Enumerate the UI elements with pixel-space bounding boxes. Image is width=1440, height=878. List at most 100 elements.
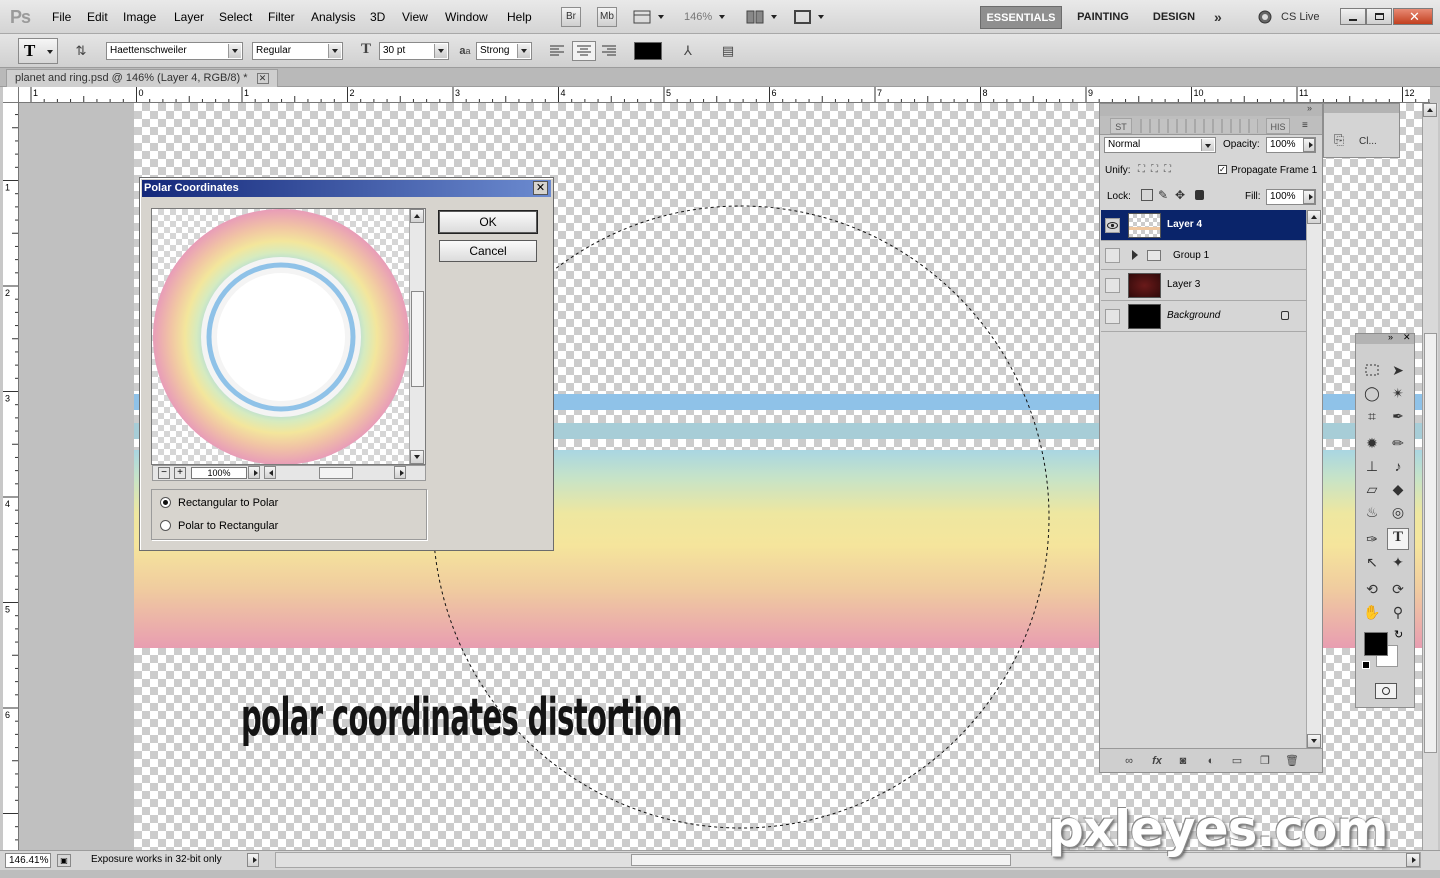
fill-field[interactable]: 100% xyxy=(1266,189,1316,205)
workspace-essentials[interactable]: ESSENTIALS xyxy=(980,6,1062,29)
menu-edit[interactable]: Edit xyxy=(87,10,108,24)
text-color-swatch[interactable] xyxy=(634,42,662,60)
brush-tool-icon[interactable]: ✏ xyxy=(1387,432,1409,454)
horizontal-scroll-thumb[interactable] xyxy=(631,854,1011,866)
3d-orbit-tool-icon[interactable]: ⟳ xyxy=(1387,578,1409,600)
align-right-icon[interactable] xyxy=(600,43,618,59)
zoom-tool-icon[interactable]: ⚲ xyxy=(1387,601,1409,623)
opacity-field[interactable]: 100% xyxy=(1266,137,1316,153)
quick-mask-icon[interactable] xyxy=(1375,683,1397,699)
workspace-painting[interactable]: PAINTING xyxy=(1070,6,1136,29)
custom-shape-tool-icon[interactable]: ✦ xyxy=(1387,551,1409,573)
restore-button[interactable] xyxy=(1366,8,1392,25)
visibility-toggle[interactable] xyxy=(1105,278,1120,293)
clone-source-icon[interactable]: ⎘ xyxy=(1334,132,1344,148)
pen-tool-icon[interactable]: ✑ xyxy=(1361,528,1383,550)
expand-group-icon[interactable] xyxy=(1132,250,1138,260)
lock-position-icon[interactable]: ✥ xyxy=(1175,188,1185,202)
lock-pixels-icon[interactable]: ✎ xyxy=(1158,188,1168,202)
foreground-color-swatch[interactable] xyxy=(1364,632,1388,656)
collapsed-tabs[interactable] xyxy=(1140,119,1258,133)
horizontal-ruler[interactable]: 1 0 1 2 3 4 5 6 7 8 9 10 11 12 xyxy=(19,87,1430,103)
marquee-tool-icon[interactable] xyxy=(1361,359,1383,381)
layers-scrollbar[interactable] xyxy=(1306,210,1322,750)
scroll-down-icon[interactable] xyxy=(410,450,424,464)
type-tool-icon[interactable]: T xyxy=(1387,528,1409,550)
arrange-documents-icon[interactable] xyxy=(746,9,780,25)
mini-panel-strip[interactable] xyxy=(1324,104,1399,113)
close-tools-icon[interactable]: ✕ xyxy=(1403,332,1411,343)
menu-image[interactable]: Image xyxy=(123,10,156,24)
tools-panel-strip[interactable]: » ✕ xyxy=(1356,332,1414,344)
menu-view[interactable]: View xyxy=(402,10,428,24)
clone-stamp-tool-icon[interactable]: ⊥ xyxy=(1361,455,1383,477)
minibridge-button[interactable]: Mb xyxy=(597,7,617,27)
more-workspaces-icon[interactable]: » xyxy=(1214,9,1222,25)
fill-slider-icon[interactable] xyxy=(1303,190,1315,204)
propagate-checkbox[interactable]: ✓ xyxy=(1218,165,1227,174)
text-orientation-icon[interactable]: ⇅ xyxy=(71,41,91,61)
visibility-toggle[interactable] xyxy=(1105,248,1120,263)
preview-vertical-scrollbar[interactable] xyxy=(409,209,425,464)
delete-layer-icon[interactable]: 🗑 xyxy=(1285,754,1299,768)
dodge-tool-icon[interactable]: ◎ xyxy=(1387,501,1409,523)
scroll-up-icon[interactable] xyxy=(410,209,424,223)
ruler-origin[interactable] xyxy=(3,87,19,103)
align-left-icon[interactable] xyxy=(548,43,566,59)
dialog-titlebar[interactable]: Polar Coordinates ✕ xyxy=(142,180,551,197)
scroll-right-icon[interactable] xyxy=(1406,853,1420,867)
status-document-icon[interactable]: ▣ xyxy=(57,854,71,867)
dialog-close-button[interactable]: ✕ xyxy=(533,181,548,195)
minimize-button[interactable] xyxy=(1340,8,1366,25)
panel-menu-icon[interactable]: ≡ xyxy=(1302,120,1308,131)
scroll-up-icon[interactable] xyxy=(1423,103,1437,117)
move-tool-icon[interactable]: ➤ xyxy=(1387,359,1409,381)
menu-layer[interactable]: Layer xyxy=(174,10,204,24)
antialias-select[interactable]: Strong xyxy=(476,42,532,60)
bridge-button[interactable]: Br xyxy=(561,7,581,27)
menu-filter[interactable]: Filter xyxy=(268,10,295,24)
radio-polar-to-rectangular[interactable] xyxy=(160,520,171,531)
panel-collapse-strip[interactable]: » xyxy=(1100,103,1322,116)
eyedropper-tool-icon[interactable]: ✒ xyxy=(1387,405,1409,427)
zoom-in-icon[interactable]: + xyxy=(174,467,186,479)
opacity-slider-icon[interactable] xyxy=(1303,138,1315,152)
scroll-up-icon[interactable] xyxy=(1307,210,1321,224)
font-style-select[interactable]: Regular xyxy=(252,42,343,60)
scroll-thumb[interactable] xyxy=(411,291,424,387)
blur-tool-icon[interactable]: ♨ xyxy=(1361,501,1383,523)
lock-transparency-icon[interactable] xyxy=(1141,189,1153,201)
visibility-eye-icon[interactable] xyxy=(1105,218,1120,233)
add-mask-icon[interactable]: ◙ xyxy=(1176,754,1190,768)
layer-row-layer-4[interactable]: Layer 4 xyxy=(1101,210,1306,241)
scroll-down-icon[interactable] xyxy=(1307,734,1321,748)
swap-colors-icon[interactable]: ↻ xyxy=(1394,628,1403,641)
character-panel-icon[interactable]: ▤ xyxy=(718,41,738,61)
clone-source-label[interactable]: Cl... xyxy=(1359,136,1377,147)
history-brush-tool-icon[interactable]: ♪ xyxy=(1387,455,1409,477)
menu-help[interactable]: Help xyxy=(507,10,532,24)
status-menu-icon[interactable] xyxy=(247,853,259,867)
cs-live-menu[interactable]: CS Live xyxy=(1281,11,1320,23)
3d-rotate-tool-icon[interactable]: ⟲ xyxy=(1361,578,1383,600)
status-zoom-field[interactable]: 146.41% xyxy=(5,853,51,868)
menu-window[interactable]: Window xyxy=(445,10,488,24)
view-extras-icon[interactable] xyxy=(633,9,667,25)
paint-bucket-tool-icon[interactable]: ◆ xyxy=(1387,478,1409,500)
visibility-toggle[interactable] xyxy=(1105,309,1120,324)
warp-text-icon[interactable]: ⅄ xyxy=(678,41,698,61)
layer-row-group-1[interactable]: Group 1 xyxy=(1101,242,1306,270)
filter-preview[interactable] xyxy=(151,208,426,465)
vertical-scroll-thumb[interactable] xyxy=(1424,333,1437,753)
scroll-left-icon[interactable] xyxy=(264,466,276,479)
cancel-button[interactable]: Cancel xyxy=(439,240,537,262)
tool-preset-picker[interactable]: T xyxy=(18,38,58,64)
crop-tool-icon[interactable]: ⌗ xyxy=(1361,405,1383,427)
spot-healing-tool-icon[interactable]: ✹ xyxy=(1361,432,1383,454)
default-colors-icon[interactable] xyxy=(1362,661,1370,669)
path-selection-tool-icon[interactable]: ↖ xyxy=(1361,551,1383,573)
layer-style-icon[interactable]: fx xyxy=(1150,754,1164,768)
link-layers-icon[interactable]: ∞ xyxy=(1122,754,1136,768)
menu-file[interactable]: File xyxy=(52,10,71,24)
screen-mode-icon[interactable] xyxy=(793,9,827,25)
